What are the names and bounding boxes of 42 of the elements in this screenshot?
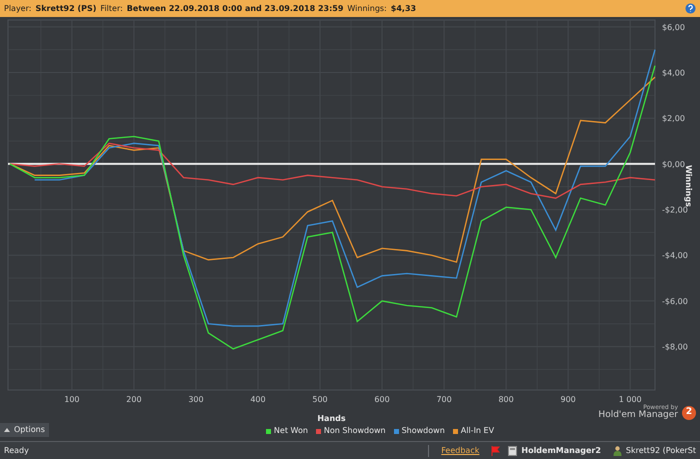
filter-value: Between 22.09.2018 0:00 and 23.09.2018 23:59 [126, 2, 344, 14]
y-tick-label: -$2,00 [662, 206, 688, 215]
x-tick-label: 500 [312, 395, 328, 404]
x-tick-label: 300 [188, 395, 204, 404]
player-label: Player: [4, 2, 32, 14]
legend-label: All-In EV [460, 425, 494, 437]
filter-label: Filter: [100, 2, 123, 14]
app-icon[interactable] [508, 446, 518, 456]
x-tick-label: 200 [126, 395, 142, 404]
y-tick-label: $0,00 [662, 160, 685, 169]
app-name: HoldemManager2 [521, 444, 601, 456]
x-tick-label: 900 [560, 395, 576, 404]
legend-label: Net Won [274, 425, 308, 437]
x-tick-label: 700 [436, 395, 452, 404]
y-tick-label: -$4,00 [662, 251, 688, 260]
help-icon[interactable] [685, 3, 696, 14]
legend-label: Non Showdown [324, 425, 386, 437]
account-name: Skrett92 (PokerSt [626, 444, 696, 456]
feedback-link[interactable]: Feedback [441, 444, 480, 456]
y-tick-label: -$6,00 [662, 296, 688, 306]
version-badge: 2 [682, 406, 696, 420]
options-button[interactable]: Options [0, 423, 49, 437]
legend-label: Showdown [402, 425, 445, 437]
y-tick-label: $6,00 [662, 22, 685, 32]
y-tick-label: -$8,00 [662, 342, 688, 352]
flag-icon[interactable] [491, 446, 500, 456]
product-name: Hold'em Manager [598, 411, 678, 420]
x-tick-label: 400 [250, 395, 266, 404]
x-tick-label: 800 [498, 395, 514, 404]
x-tick-label: 1 000 [618, 395, 642, 404]
y-axis-title: Winnings [684, 164, 693, 207]
person-icon[interactable] [612, 446, 622, 456]
x-axis-title: Hands [317, 414, 346, 423]
x-tick-label: 100 [64, 395, 80, 404]
x-tick-label: 600 [374, 395, 390, 404]
y-tick-label: $4,00 [662, 68, 685, 78]
winnings-label: Winnings: [347, 2, 387, 14]
winnings-value: $4,33 [390, 2, 416, 14]
y-tick-label: $2,00 [662, 114, 685, 124]
caret-icon [4, 428, 10, 432]
status-text: Ready [4, 444, 29, 456]
player-name: Skrett92 (PS) [35, 2, 96, 14]
